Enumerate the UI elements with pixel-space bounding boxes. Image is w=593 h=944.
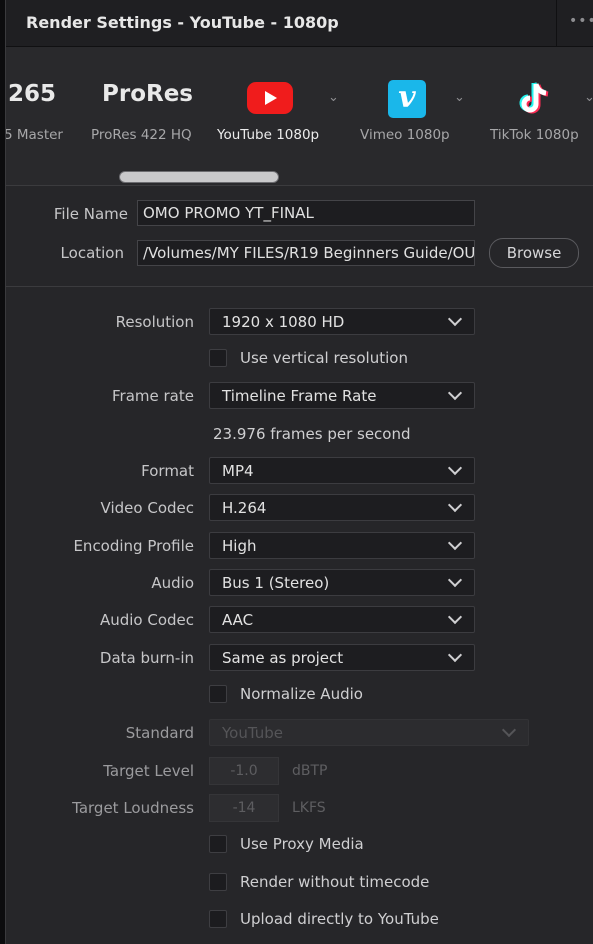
target-level-unit: dBTP xyxy=(292,763,328,779)
chevron-down-icon xyxy=(501,722,517,738)
tiktok-icon xyxy=(519,82,549,114)
audio-codec-label: Audio Codec xyxy=(99,611,194,629)
preset-scrollbar[interactable] xyxy=(119,171,279,183)
render-without-timecode-label: Render without timecode xyxy=(240,873,430,891)
target-level-label: Target Level xyxy=(103,762,194,780)
chevron-down-icon xyxy=(447,572,463,588)
chevron-down-icon xyxy=(447,460,463,476)
encoding-profile-value: High xyxy=(222,537,257,555)
title-divider xyxy=(556,0,557,46)
chevron-down-icon[interactable]: ⌄ xyxy=(328,90,339,105)
chevron-down-icon xyxy=(447,385,463,401)
frame-rate-label: Frame rate xyxy=(112,387,194,405)
target-loudness-input[interactable]: -14 xyxy=(209,794,279,822)
location-input[interactable]: /Volumes/MY FILES/R19 Beginners Guide/OU xyxy=(137,240,475,266)
preset-label: 5 Master xyxy=(6,127,63,143)
location-label: Location xyxy=(60,244,124,262)
preset-label: ProRes 422 HQ xyxy=(91,127,192,143)
more-dots-icon[interactable]: ••• xyxy=(569,13,593,29)
frame-rate-dropdown[interactable]: Timeline Frame Rate xyxy=(209,382,475,409)
preset-youtube[interactable]: ⌄ YouTube 1080p xyxy=(212,47,342,167)
divider xyxy=(6,185,593,186)
audio-label: Audio xyxy=(151,574,194,592)
divider xyxy=(6,286,593,287)
vertical-resolution-checkbox[interactable] xyxy=(209,349,227,367)
preset-prores[interactable]: ProRes ProRes 422 HQ xyxy=(90,47,196,167)
file-name-label: File Name xyxy=(53,205,128,223)
frame-rate-value: Timeline Frame Rate xyxy=(222,387,377,405)
browse-button[interactable]: Browse xyxy=(489,238,579,268)
preset-carousel: 265 5 Master ProRes ProRes 422 HQ ⌄ YouT… xyxy=(6,47,593,185)
normalize-audio-checkbox[interactable] xyxy=(209,685,227,703)
fps-info: 23.976 frames per second xyxy=(213,425,411,443)
audio-codec-value: AAC xyxy=(222,611,254,629)
preset-label: TikTok 1080p xyxy=(490,127,579,143)
target-loudness-unit: LKFS xyxy=(292,800,326,816)
format-dropdown[interactable]: MP4 xyxy=(209,457,475,484)
chevron-down-icon xyxy=(447,609,463,625)
target-loudness-label: Target Loudness xyxy=(72,799,194,817)
preset-tiktok[interactable]: ⌄ TikTok 1080p xyxy=(484,47,593,167)
format-label: Format xyxy=(141,462,194,480)
use-proxy-media-checkbox[interactable] xyxy=(209,835,227,853)
audio-codec-dropdown[interactable]: AAC xyxy=(209,606,475,633)
preset-label: YouTube 1080p xyxy=(217,127,320,143)
audio-value: Bus 1 (Stereo) xyxy=(222,574,330,592)
normalize-audio-label: Normalize Audio xyxy=(240,685,363,703)
chevron-down-icon xyxy=(447,497,463,513)
chevron-down-icon[interactable]: ⌄ xyxy=(454,90,465,105)
standard-dropdown[interactable]: YouTube xyxy=(209,719,529,746)
resolution-label: Resolution xyxy=(115,313,194,331)
resolution-value: 1920 x 1080 HD xyxy=(222,313,345,331)
video-codec-dropdown[interactable]: H.264 xyxy=(209,494,475,521)
preset-vimeo[interactable]: v ⌄ Vimeo 1080p xyxy=(356,47,476,167)
render-without-timecode-checkbox[interactable] xyxy=(209,873,227,891)
data-burn-in-dropdown[interactable]: Same as project xyxy=(209,644,475,671)
target-level-input[interactable]: -1.0 xyxy=(209,757,279,785)
resolution-dropdown[interactable]: 1920 x 1080 HD xyxy=(209,308,475,335)
chevron-down-icon[interactable]: ⌄ xyxy=(584,90,593,105)
vertical-resolution-label: Use vertical resolution xyxy=(240,349,408,367)
chevron-down-icon xyxy=(447,311,463,327)
render-settings-panel: Render Settings - YouTube - 1080p ••• 26… xyxy=(5,0,593,944)
video-codec-value: H.264 xyxy=(222,499,267,517)
data-burn-in-value: Same as project xyxy=(222,649,344,667)
encoding-profile-dropdown[interactable]: High xyxy=(209,532,475,559)
format-value: MP4 xyxy=(222,462,254,480)
panel-title: Render Settings - YouTube - 1080p xyxy=(26,13,339,32)
use-proxy-media-label: Use Proxy Media xyxy=(240,835,364,853)
h265-text: 265 xyxy=(8,81,57,107)
youtube-icon xyxy=(247,82,293,114)
encoding-profile-label: Encoding Profile xyxy=(73,537,194,555)
preset-label: Vimeo 1080p xyxy=(360,127,450,143)
chevron-down-icon xyxy=(447,535,463,551)
upload-to-youtube-checkbox[interactable] xyxy=(209,910,227,928)
file-name-input[interactable]: OMO PROMO YT_FINAL xyxy=(137,200,475,226)
title-bar: Render Settings - YouTube - 1080p ••• xyxy=(6,0,593,47)
audio-dropdown[interactable]: Bus 1 (Stereo) xyxy=(209,569,475,596)
video-codec-label: Video Codec xyxy=(100,499,194,517)
preset-h265-master[interactable]: 265 5 Master xyxy=(6,47,86,167)
standard-value: YouTube xyxy=(222,724,283,742)
chevron-down-icon xyxy=(447,647,463,663)
prores-text: ProRes xyxy=(102,81,194,107)
standard-label: Standard xyxy=(125,724,194,742)
vimeo-icon: v xyxy=(388,80,426,118)
data-burn-in-label: Data burn-in xyxy=(99,649,194,667)
upload-to-youtube-label: Upload directly to YouTube xyxy=(240,910,439,928)
